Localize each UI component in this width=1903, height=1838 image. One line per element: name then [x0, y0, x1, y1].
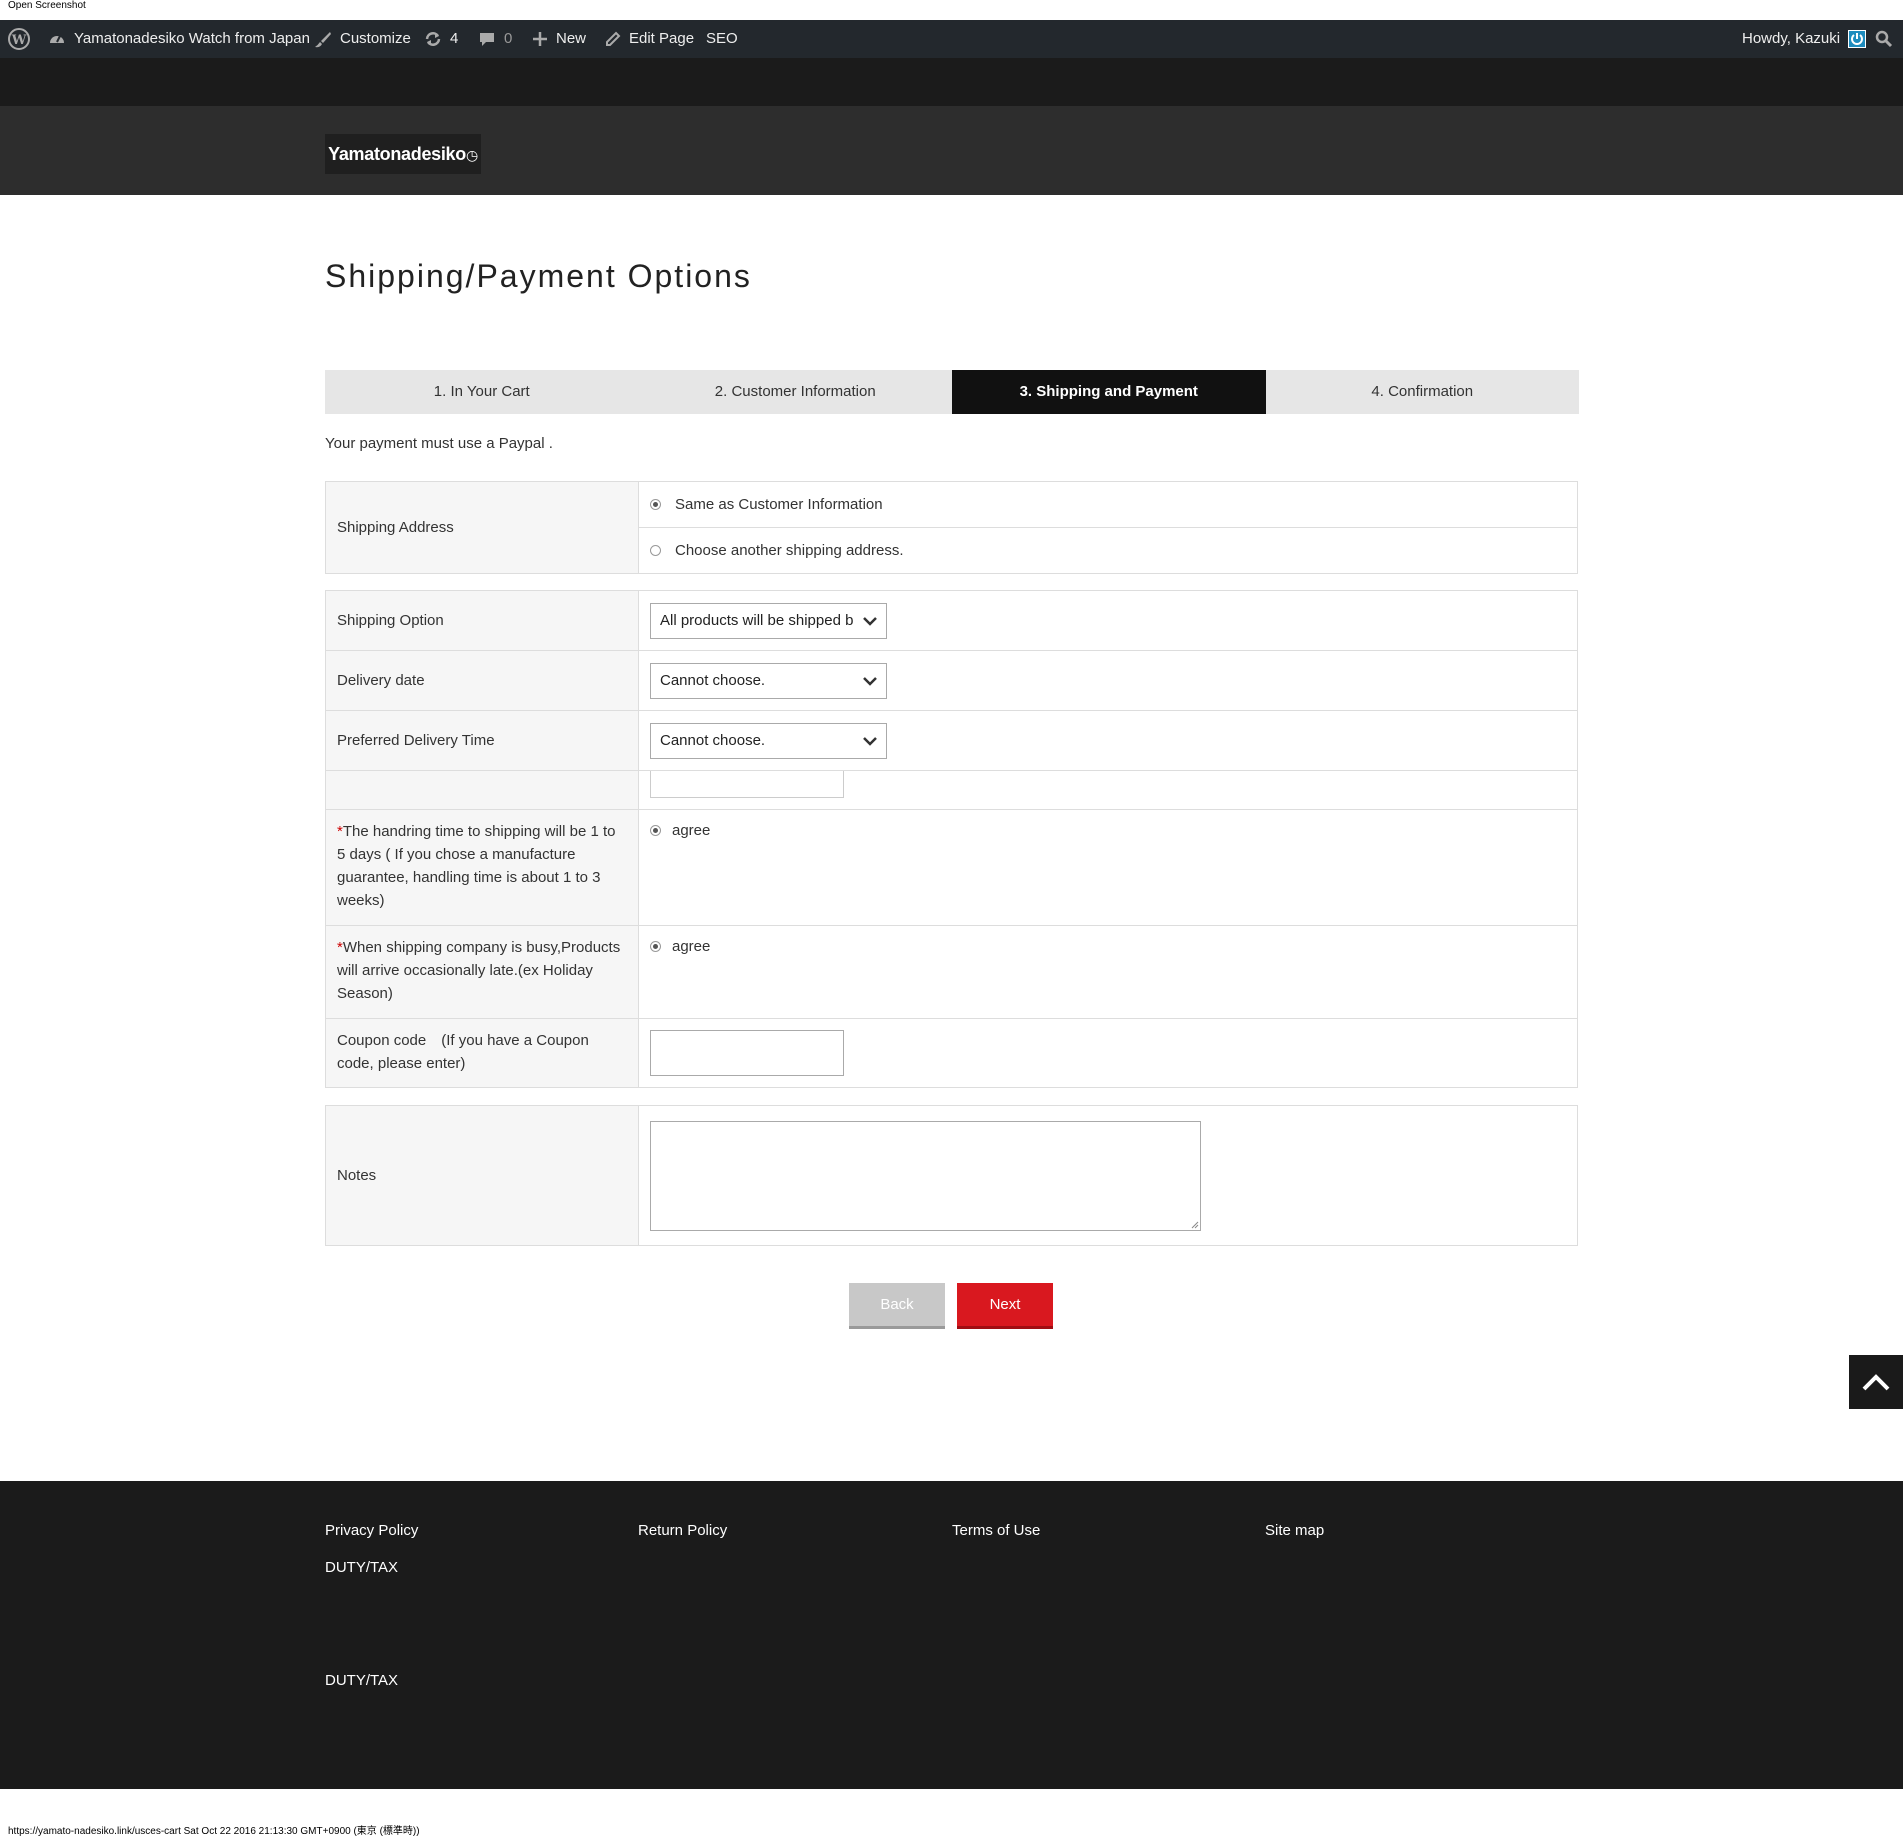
- chevron-up-icon: [1862, 1374, 1890, 1391]
- shipping-option-label: Shipping Option: [326, 591, 639, 650]
- step-customer-information: 2. Customer Information: [638, 370, 952, 414]
- nav-band: [0, 58, 1903, 106]
- footer-sitemap-link[interactable]: Site map: [1265, 1522, 1324, 1539]
- step-in-your-cart: 1. In Your Cart: [325, 370, 639, 414]
- seo-link[interactable]: SEO: [706, 20, 738, 58]
- seo-label: SEO: [706, 30, 738, 47]
- notes-textarea[interactable]: [650, 1120, 1201, 1231]
- notes-table: Notes: [325, 1105, 1578, 1246]
- chevron-down-icon: [863, 676, 877, 686]
- footer-duty-link[interactable]: DUTY/TAX: [325, 1559, 398, 1576]
- delivery-time-value: Cannot choose.: [660, 731, 766, 749]
- shipping-options-table: Shipping Option All products will be shi…: [325, 590, 1578, 1088]
- shipping-address-option-other[interactable]: Choose another shipping address.: [639, 528, 1577, 573]
- dashboard-icon: [50, 35, 64, 43]
- comments-count: 0: [504, 30, 513, 47]
- other-address-radio[interactable]: [650, 545, 661, 556]
- checkout-steps: 1. In Your Cart 2. Customer Information …: [325, 370, 1579, 414]
- next-button[interactable]: Next: [957, 1283, 1053, 1329]
- brush-icon: [315, 32, 331, 48]
- site-name-link[interactable]: Yamatonadesiko Watch from Japan: [48, 20, 310, 58]
- page-title: Shipping/Payment Options: [325, 258, 752, 294]
- clipped-input[interactable]: [650, 771, 844, 798]
- site-logo[interactable]: Yamatonadesiko◷: [325, 134, 481, 174]
- site-header: [0, 106, 1903, 195]
- delivery-time-select[interactable]: Cannot choose.: [650, 722, 887, 759]
- footer-terms-link[interactable]: Terms of Use: [952, 1522, 1040, 1539]
- other-address-label: Choose another shipping address.: [675, 542, 904, 559]
- chevron-down-icon: [863, 736, 877, 746]
- edit-page-link[interactable]: Edit Page: [605, 20, 694, 58]
- step-shipping-and-payment: 3. Shipping and Payment: [952, 370, 1266, 414]
- chevron-down-icon: [863, 616, 877, 626]
- coupon-input[interactable]: [650, 1030, 844, 1076]
- busy-agree-radio[interactable]: [650, 941, 661, 952]
- handling-agree-option[interactable]: agree: [650, 822, 1566, 839]
- busy-notice-text: When shipping company is busy,Products w…: [337, 939, 621, 1002]
- wordpress-logo-icon[interactable]: W: [8, 20, 30, 58]
- updates-link[interactable]: 4: [424, 20, 458, 58]
- handling-agree-radio[interactable]: [650, 825, 661, 836]
- back-button[interactable]: Back: [849, 1283, 945, 1329]
- delivery-date-label: Delivery date: [326, 651, 639, 710]
- handling-agree-label: agree: [672, 822, 711, 839]
- payment-notice: Your payment must use a Paypal .: [325, 435, 553, 452]
- status-url: https://yamato-nadesiko.link/usces-cart …: [8, 1826, 420, 1837]
- edit-page-label: Edit Page: [629, 30, 695, 47]
- same-address-radio[interactable]: [650, 499, 661, 510]
- delivery-time-label: Preferred Delivery Time: [326, 711, 639, 770]
- notes-label: Notes: [326, 1106, 639, 1245]
- new-label: New: [556, 30, 587, 47]
- search-icon[interactable]: [1875, 20, 1893, 58]
- new-content-link[interactable]: New: [532, 20, 586, 58]
- site-footer: Privacy Policy Return Policy Terms of Us…: [0, 1481, 1903, 1789]
- my-account-link[interactable]: Howdy, Kazuki: [1742, 20, 1867, 58]
- comments-link[interactable]: 0: [478, 20, 512, 58]
- avatar: [1848, 30, 1867, 48]
- shipping-address-option-same[interactable]: Same as Customer Information: [639, 482, 1577, 528]
- shipping-option-value: All products will be shipped b: [660, 611, 854, 629]
- customize-label: Customize: [340, 30, 411, 47]
- wp-admin-bar: W Yamatonadesiko Watch from Japan Custom…: [0, 20, 1903, 58]
- coupon-label: Coupon code (If you have a Coupon code, …: [326, 1019, 639, 1087]
- svg-text:W: W: [11, 33, 27, 48]
- footer-privacy-link[interactable]: Privacy Policy: [325, 1522, 418, 1539]
- customize-link[interactable]: Customize: [314, 20, 411, 58]
- pencil-icon: [606, 31, 621, 46]
- same-address-label: Same as Customer Information: [675, 496, 883, 513]
- footer-duty-link-2[interactable]: DUTY/TAX: [325, 1672, 398, 1689]
- shipping-option-select[interactable]: All products will be shipped b: [650, 602, 887, 639]
- footer-return-link[interactable]: Return Policy: [638, 1522, 727, 1539]
- screenshot-label: Open Screenshot: [8, 0, 86, 11]
- updates-count: 4: [450, 30, 459, 47]
- logo-watch-icon: ◷: [465, 147, 478, 163]
- shipping-address-label: Shipping Address: [326, 482, 639, 573]
- plus-icon: [533, 32, 547, 46]
- site-name: Yamatonadesiko Watch from Japan: [74, 30, 310, 47]
- back-to-top-button[interactable]: [1849, 1355, 1903, 1409]
- step-confirmation: 4. Confirmation: [1265, 370, 1579, 414]
- busy-agree-option[interactable]: agree: [650, 938, 1566, 955]
- busy-notice-label: *When shipping company is busy,Products …: [326, 926, 639, 1018]
- delivery-date-select[interactable]: Cannot choose.: [650, 662, 887, 699]
- resize-handle-icon[interactable]: [1191, 1221, 1199, 1229]
- howdy-label: Howdy, Kazuki: [1742, 30, 1841, 47]
- delivery-date-value: Cannot choose.: [660, 671, 766, 689]
- updates-icon: [425, 32, 441, 46]
- handling-notice-text: The handring time to shipping will be 1 …: [337, 823, 616, 909]
- logo-text: Yamatonadesiko: [328, 144, 466, 164]
- handling-notice-label: *The handring time to shipping will be 1…: [326, 810, 639, 925]
- clipped-row: [326, 771, 1577, 810]
- shipping-address-table: Shipping Address Same as Customer Inform…: [325, 481, 1578, 574]
- busy-agree-label: agree: [672, 938, 711, 955]
- clipped-row-label: [326, 771, 639, 809]
- comment-icon: [480, 33, 494, 46]
